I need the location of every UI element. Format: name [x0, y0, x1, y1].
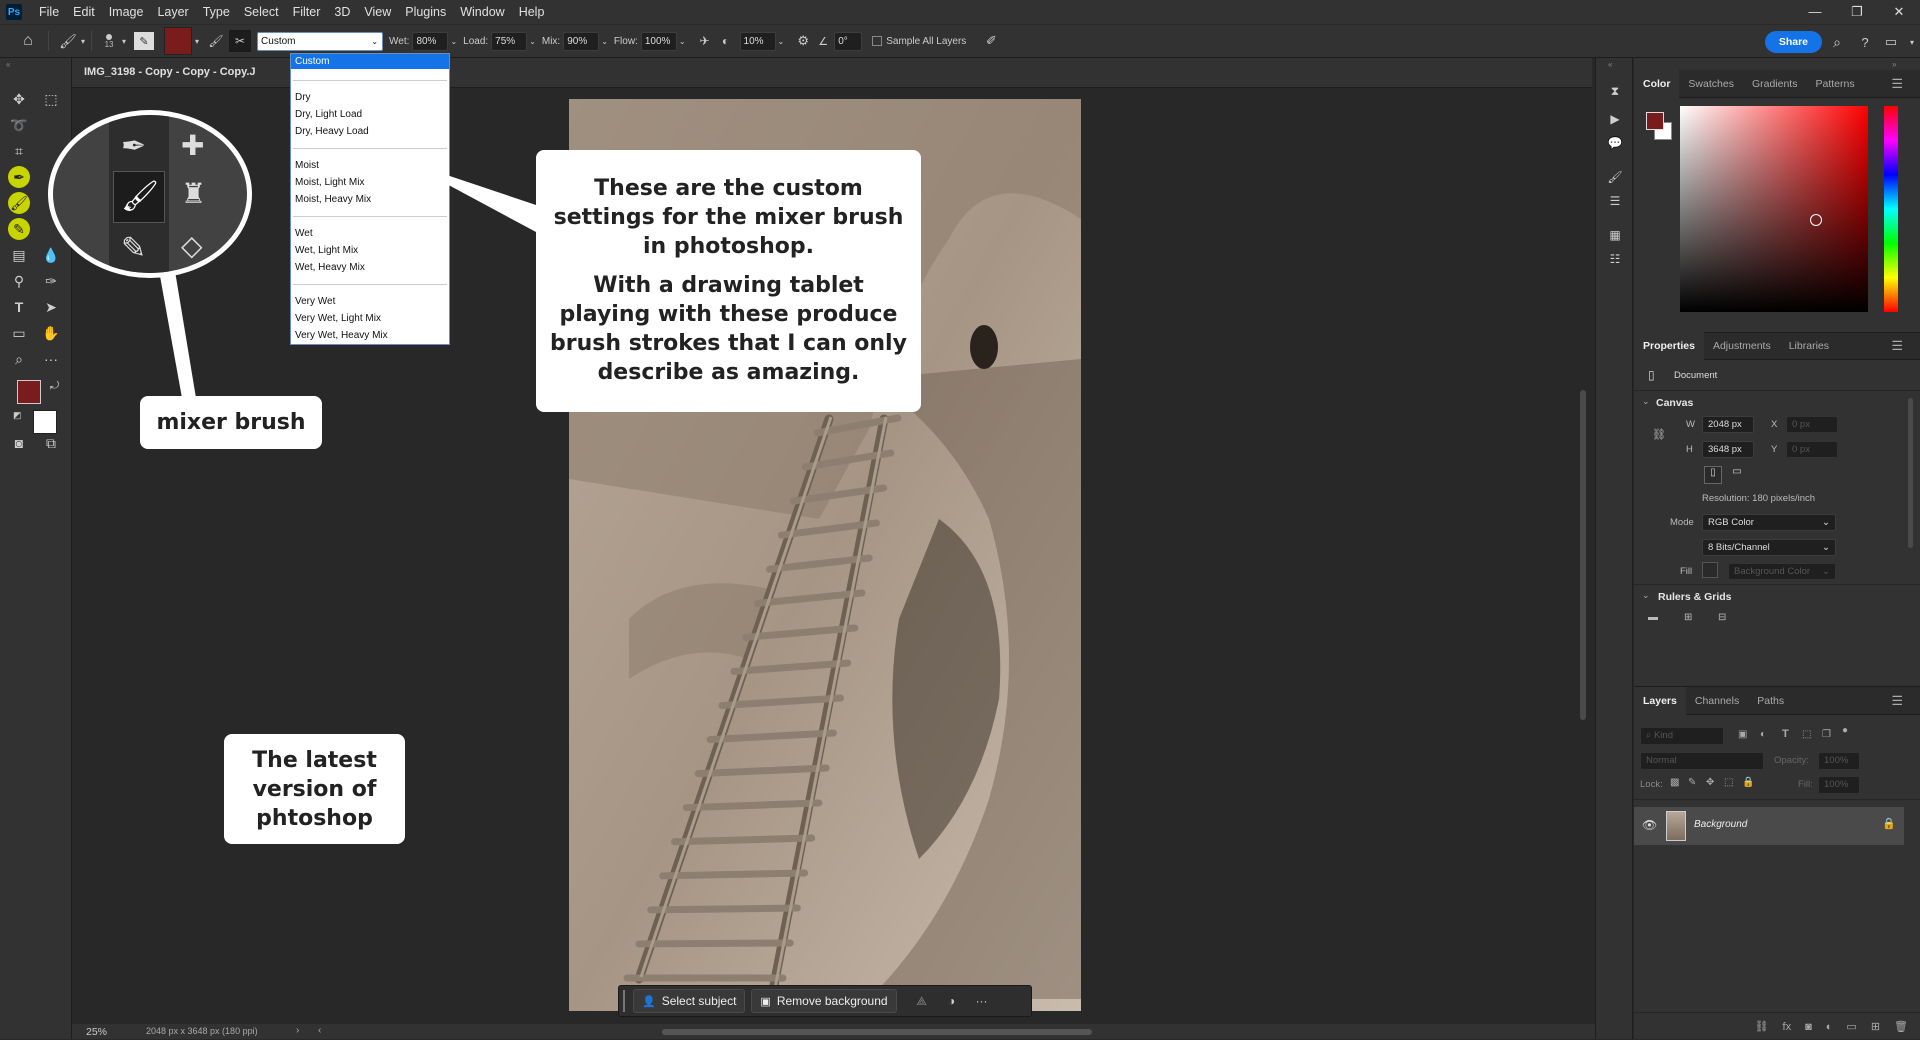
callout-mixer-brush: mixer brush: [140, 396, 322, 449]
callout-main-text-2: With a drawing tablet playing with these…: [550, 273, 907, 385]
callout-main-pointer: [402, 160, 536, 232]
stamp-zoom-icon: ♜: [181, 178, 207, 209]
eyedropper-zoom-icon: ✒: [121, 130, 147, 163]
bandage-zoom-icon: ✚: [181, 130, 205, 161]
toolbar-zoom-bubble: ✒ ✚ 🖌 ♜ ✎ ◇: [48, 110, 252, 278]
annotation-pointers: [158, 160, 536, 398]
history-brush-zoom-icon: ✎: [121, 232, 147, 265]
callout-latest-version: The latest version of phtoshop: [224, 734, 405, 844]
mixer-brush-zoom-icon: 🖌: [121, 180, 160, 213]
callout-mixer-settings: These are the custom settings for the mi…: [536, 150, 921, 412]
callout-main-text-1: These are the custom settings for the mi…: [553, 176, 904, 259]
eraser-zoom-icon: ◇: [181, 230, 203, 261]
callout-mixer-pointer: [158, 265, 196, 398]
